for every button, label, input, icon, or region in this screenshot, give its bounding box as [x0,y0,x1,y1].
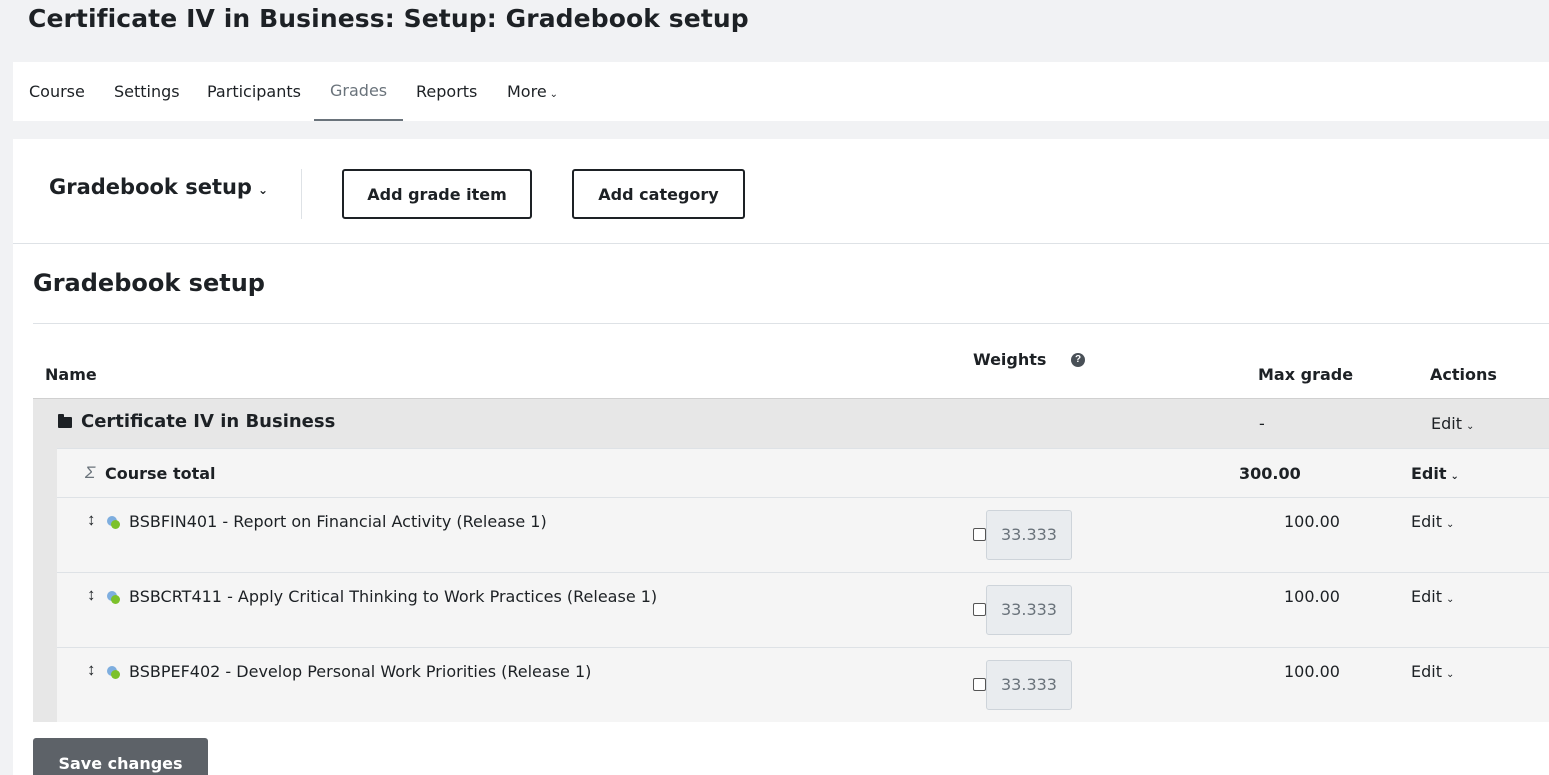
table-row: ↕ BSBPEF402 - Develop Personal Work Prio… [57,647,1549,722]
assignment-icon [107,666,120,679]
gradebook-selector-label: Gradebook setup [49,175,252,199]
max-grade: 100.00 [1284,662,1340,681]
header-name: Name [45,365,97,384]
save-changes-button[interactable]: Save changes [33,738,208,775]
grade-item-name[interactable]: BSBPEF402 - Develop Personal Work Priori… [129,662,591,681]
add-grade-item-button[interactable]: Add grade item [342,169,532,219]
chevron-down-icon: ⌄ [257,183,269,197]
course-total-max-grade: 300.00 [1239,464,1301,483]
category-max-grade: - [1259,414,1265,433]
category-row: Certificate IV in Business - Edit ⌄ [33,398,1549,448]
nav-more[interactable]: More ⌄ [507,62,558,121]
item-edit-menu[interactable]: Edit ⌄ [1411,512,1454,531]
chevron-down-icon: ⌄ [1445,519,1455,530]
header-max-grade: Max grade [1258,365,1354,384]
weight-input[interactable]: 33.333 [986,585,1072,635]
edit-label: Edit [1431,414,1462,433]
category-name: Certificate IV in Business [81,411,336,432]
assignment-icon [107,516,120,529]
table-row: ↕ BSBFIN401 - Report on Financial Activi… [57,497,1549,572]
move-icon[interactable]: ↕ [87,660,96,680]
help-icon[interactable]: ? [1071,353,1085,367]
chevron-down-icon: ⌄ [1450,471,1459,482]
course-total-edit-menu[interactable]: Edit ⌄ [1411,464,1459,483]
edit-label: Edit [1411,512,1442,531]
nav-participants[interactable]: Participants [207,62,301,121]
nav-grades[interactable]: Grades [314,62,404,121]
edit-label: Edit [1411,464,1447,483]
grade-item-name[interactable]: BSBFIN401 - Report on Financial Activity… [129,512,547,531]
edit-label: Edit [1411,587,1442,606]
nav-settings[interactable]: Settings [114,62,180,121]
nav-reports[interactable]: Reports [416,62,477,121]
chevron-down-icon: ⌄ [549,89,559,100]
move-icon[interactable]: ↕ [87,585,96,605]
nav-course[interactable]: Course [29,62,85,121]
divider [301,169,302,219]
category-edit-menu[interactable]: Edit ⌄ [1431,414,1474,433]
grade-item-name[interactable]: BSBCRT411 - Apply Critical Thinking to W… [129,587,657,606]
gradebook-selector[interactable]: Gradebook setup ⌄ [49,175,268,199]
weight-override-checkbox[interactable] [973,678,986,691]
section-heading: Gradebook setup [33,269,265,297]
weight-input[interactable]: 33.333 [986,660,1072,710]
weight-override-checkbox[interactable] [973,528,986,541]
main-region: Gradebook setup ⌄ Add grade item Add cate… [13,139,1549,775]
move-icon[interactable]: ↕ [87,510,96,530]
sigma-icon: Σ [85,463,96,482]
table-row: ↕ BSBCRT411 - Apply Critical Thinking to… [57,572,1549,647]
secondary-navigation: Course Settings Participants Grades Repo… [13,62,1549,121]
edit-label: Edit [1411,662,1442,681]
item-edit-menu[interactable]: Edit ⌄ [1411,587,1454,606]
nav-more-label: More [507,82,547,101]
header-actions: Actions [1430,365,1497,384]
max-grade: 100.00 [1284,512,1340,531]
folder-icon [58,414,72,428]
course-total-row: Σ Course total 300.00 Edit ⌄ [57,448,1549,497]
max-grade: 100.00 [1284,587,1340,606]
chevron-down-icon: ⌄ [1465,421,1475,432]
chevron-down-icon: ⌄ [1445,594,1455,605]
chevron-down-icon: ⌄ [1445,669,1455,680]
tertiary-action-bar: Gradebook setup ⌄ Add grade item Add cate… [13,139,1549,244]
item-edit-menu[interactable]: Edit ⌄ [1411,662,1454,681]
add-category-button[interactable]: Add category [572,169,745,219]
weight-input[interactable]: 33.333 [986,510,1072,560]
assignment-icon [107,591,120,604]
weight-override-checkbox[interactable] [973,603,986,616]
course-total-name: Course total [105,464,216,483]
header-weights: Weights [973,350,1047,369]
divider [33,323,1549,324]
category-indent [33,448,57,722]
page-title: Certificate IV in Business: Setup: Grade… [28,4,749,33]
